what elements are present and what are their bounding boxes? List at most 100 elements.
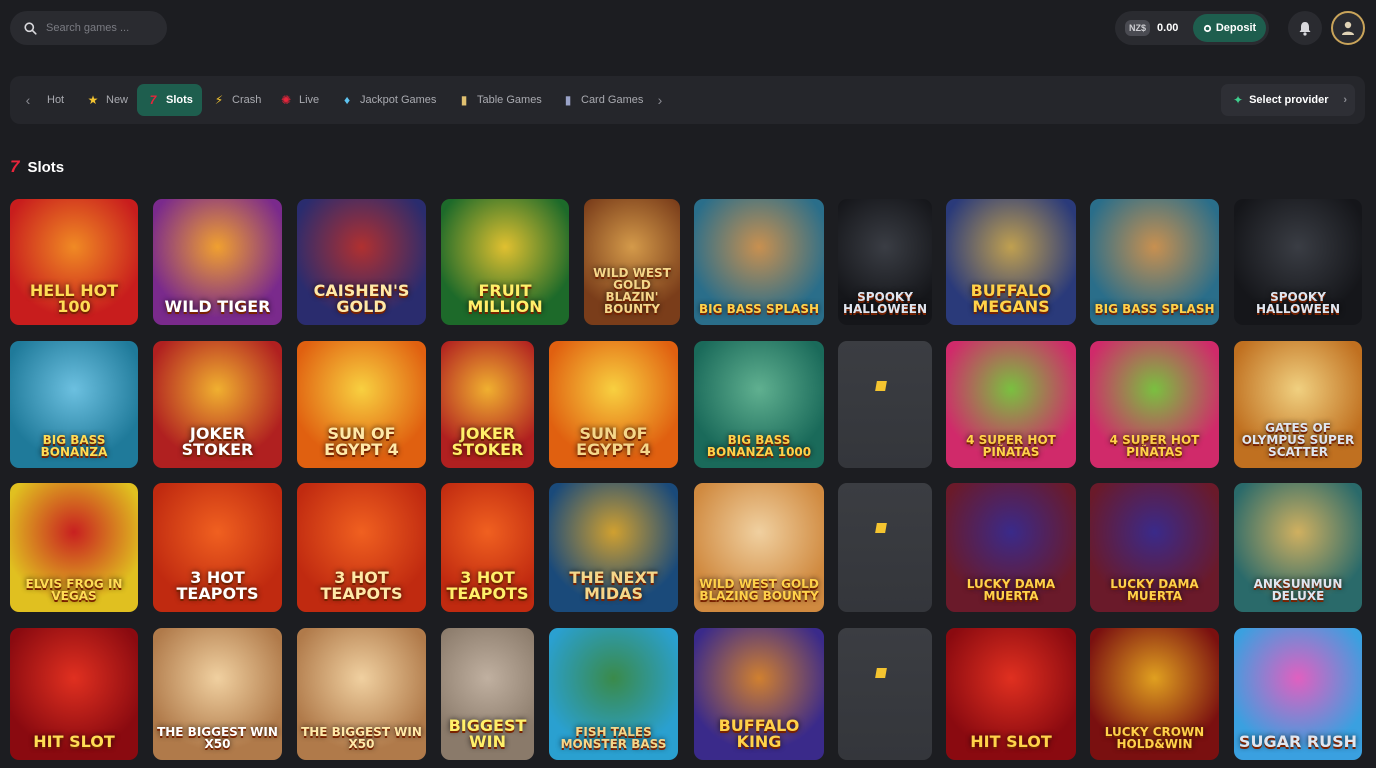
game-tile[interactable]: 3 HOT TEAPOTS <box>153 483 282 612</box>
game-tile[interactable]: Sugar Rush <box>1234 628 1362 760</box>
game-tile[interactable]: Lucky Dama Muerta <box>946 483 1076 612</box>
deposit-button[interactable]: Deposit <box>1193 14 1266 42</box>
star-icon: ★ <box>87 93 99 107</box>
game-tile[interactable]: BIGGEST WIN <box>441 628 534 760</box>
game-tile[interactable]: THE BIGGEST WIN X50 <box>297 628 426 760</box>
game-tile[interactable]: 3 HOT TEAPOTS <box>441 483 534 612</box>
game-tile[interactable]: JOKER STOKER <box>153 341 282 468</box>
game-tile[interactable]: BIG BASS BONANZA 1000 <box>694 341 824 468</box>
game-title: HIT SLOT <box>33 732 115 751</box>
tab-card-games[interactable]: ▮ Card Games <box>552 84 652 116</box>
tab-jackpot-games[interactable]: ♦ Jackpot Games <box>331 84 445 116</box>
diamond-icon: ♦ <box>343 93 351 107</box>
game-tile[interactable]: HELL HOT 100 <box>10 199 138 325</box>
tab-label: Jackpot Games <box>360 94 437 106</box>
game-tile[interactable] <box>838 341 932 468</box>
game-title: HIT SLOT <box>970 732 1052 751</box>
chevron-left-icon: ‹ <box>25 92 31 108</box>
game-title: BIG BASS BONANZA <box>40 433 108 459</box>
card-icon: ▮ <box>460 93 468 107</box>
roulette-icon: ✺ <box>280 93 292 107</box>
search-input[interactable] <box>46 22 156 34</box>
game-tile[interactable]: SPOOKY HALLOWEEN <box>838 199 932 325</box>
game-title: Caishen's Gold <box>313 281 410 316</box>
game-tile[interactable]: BIG BASS BONANZA <box>10 341 138 468</box>
game-tile[interactable]: HIT SLOT <box>946 628 1076 760</box>
game-tile[interactable]: FISH TALES MONSTER BASS <box>549 628 678 760</box>
game-tile[interactable]: Caishen's Gold <box>297 199 426 325</box>
game-title: SUN OF EGYPT 4 <box>324 424 399 459</box>
game-tile[interactable]: FRUIT MILLION <box>441 199 569 325</box>
tab-live[interactable]: ✺ Live <box>270 84 328 116</box>
scroll-right-button[interactable]: › <box>650 90 670 110</box>
game-title: THE BIGGEST WIN X50 <box>157 725 278 751</box>
game-title: ANKSUNMUN DELUXE <box>1253 577 1343 603</box>
tab-new[interactable]: ★ New <box>77 84 137 116</box>
game-tile[interactable]: WILD TIGER <box>153 199 282 325</box>
coin-icon <box>1203 24 1211 32</box>
tab-slots[interactable]: 7 Slots <box>137 84 202 116</box>
game-tile[interactable]: GATES OF OLYMPUS SUPER SCATTER <box>1234 341 1362 468</box>
game-title: GATES OF OLYMPUS SUPER SCATTER <box>1241 421 1355 459</box>
profile-button[interactable] <box>1331 11 1365 45</box>
game-tile[interactable]: JOKER STOKER <box>441 341 534 468</box>
game-tile[interactable]: Lucky Crown HOLD&WIN <box>1090 628 1219 760</box>
game-tile[interactable]: SUN OF EGYPT 4 <box>297 341 426 468</box>
game-title: Sugar Rush <box>1238 732 1358 751</box>
game-tile[interactable]: 3 HOT TEAPOTS <box>297 483 426 612</box>
game-title: ELVIS FROG IN VEGAS <box>25 577 123 603</box>
game-tile[interactable]: WILD WEST GOLD BLAZING BOUNTY <box>694 483 824 612</box>
game-title: THE NEXT MIDAS <box>569 568 658 603</box>
game-title: SUN OF EGYPT 4 <box>576 424 651 459</box>
game-tile[interactable]: ANKSUNMUN DELUXE <box>1234 483 1362 612</box>
tab-table-games[interactable]: ▮ Table Games <box>448 84 551 116</box>
game-title: WILD TIGER <box>164 297 271 316</box>
game-title: 4 SUPER HOT PIÑATAS <box>1109 433 1200 459</box>
loading-placeholder <box>875 668 887 678</box>
tab-crash[interactable]: ⚡ Crash <box>203 84 270 116</box>
game-tile[interactable]: 4 SUPER HOT PIÑATAS <box>946 341 1076 468</box>
deposit-label: Deposit <box>1215 22 1257 34</box>
game-tile[interactable]: THE NEXT MIDAS <box>549 483 678 612</box>
game-tile[interactable]: BUFFALO MEGANS <box>946 199 1076 325</box>
game-tile[interactable]: SUN OF EGYPT 4 <box>549 341 678 468</box>
loading-placeholder <box>875 381 887 391</box>
tab-label: Card Games <box>581 94 644 106</box>
game-title: WILD WEST GOLD BLAZIN' BOUNTY <box>593 266 671 316</box>
tab-hot[interactable]: Hot <box>38 84 73 116</box>
game-tile[interactable]: ELVIS FROG IN VEGAS <box>10 483 138 612</box>
game-tile[interactable]: BIG BASS SPLASH <box>1090 199 1219 325</box>
provider-label: Select provider <box>1249 94 1329 106</box>
game-tile[interactable]: Lucky Dama Muerta <box>1090 483 1219 612</box>
select-provider-button[interactable]: ✦ Select provider › <box>1221 84 1355 116</box>
game-tile[interactable]: BIG BASS SPLASH <box>694 199 824 325</box>
category-nav: ‹ Hot ★ New 7 Slots ⚡ Crash ✺ Live ♦ Jac… <box>10 76 1365 124</box>
section-title: Slots <box>27 158 65 176</box>
tab-label: Table Games <box>477 94 542 106</box>
game-tile[interactable]: SPOOKY HALLOWEEN <box>1234 199 1362 325</box>
game-title: JOKER STOKER <box>451 424 524 459</box>
bell-icon <box>1299 21 1311 36</box>
game-tile[interactable] <box>838 628 932 760</box>
scroll-left-button[interactable]: ‹ <box>18 90 38 110</box>
lightning-icon: ⚡ <box>214 93 224 107</box>
user-icon <box>1342 21 1354 35</box>
cards-icon: ▮ <box>564 93 572 107</box>
game-tile[interactable]: 4 SUPER HOT PIÑATAS <box>1090 341 1219 468</box>
game-title: THE BIGGEST WIN X50 <box>301 725 422 751</box>
game-title: 3 HOT TEAPOTS <box>446 568 529 603</box>
wallet: NZ$ 0.00 Deposit <box>1115 11 1269 45</box>
game-title: BUFFALO MEGANS <box>970 281 1052 316</box>
game-tile[interactable]: WILD WEST GOLD BLAZIN' BOUNTY <box>584 199 680 325</box>
game-tile[interactable]: HIT SLOT <box>10 628 138 760</box>
game-tile[interactable]: BUFFALO KING <box>694 628 824 760</box>
game-tile[interactable] <box>838 483 932 612</box>
game-tile[interactable]: THE BIGGEST WIN X50 <box>153 628 282 760</box>
game-title: HELL HOT 100 <box>29 281 119 316</box>
notifications-button[interactable] <box>1288 11 1322 45</box>
seven-icon: 7 <box>10 157 20 176</box>
chevron-right-icon: › <box>657 92 663 108</box>
tab-label: Slots <box>166 94 193 106</box>
tab-label: Hot <box>47 94 65 106</box>
search-box[interactable] <box>10 11 167 45</box>
